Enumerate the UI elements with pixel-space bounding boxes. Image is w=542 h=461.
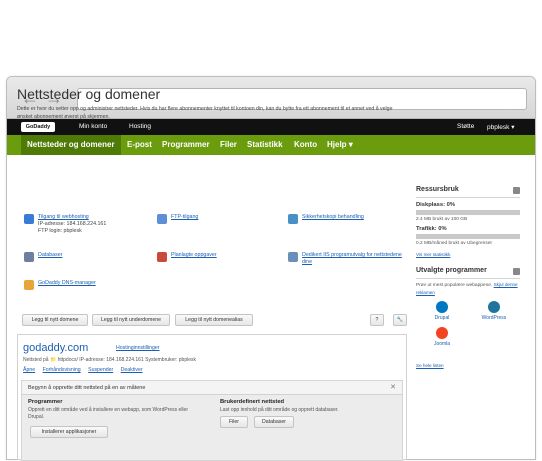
add-subdomain-button[interactable]: Legg til nytt underdomene [92,314,170,326]
godaddy-logo[interactable]: GoDaddy [21,122,55,132]
disk-usage-label: Diskplass: 0% [416,202,455,208]
sidebar: Ressursbruk Diskplass: 0% 2.4 MB brukt a… [416,186,520,368]
scheduled-service: Planlagte oppgaver [157,252,277,264]
top-bar: GoDaddy Min konto Hosting Støtte pbplesk… [7,119,535,135]
traffic-label: Trafikk: 0% [416,226,447,232]
nav-statistics[interactable]: Statistikk [247,140,283,149]
database-icon [24,252,34,262]
programs-title: Programmer [28,399,63,405]
database-service: Databaser [24,252,144,264]
disk-usage-bar [416,210,520,215]
open-link[interactable]: Åpne [23,367,35,373]
ftp-login: FTP login: pbplesk [38,228,82,234]
databases-link[interactable]: Databaser [38,252,158,259]
nav-email[interactable]: E-post [127,140,152,149]
main-nav: Nettsteder og domener E-post Programmer … [7,135,535,155]
custom-site-title: Brukerdefinert nettsted [220,399,285,405]
programs-desc-text: Prøv ut mest populære webappene. [416,283,493,288]
nav-account[interactable]: Konto [294,140,317,149]
app-label: WordPress [481,315,507,321]
help-button[interactable]: ? [370,314,384,326]
apps-grid: Drupal WordPress Joomla [416,297,520,353]
getting-started-section: Begynn å opprette ditt nettsted på en av… [21,380,403,461]
globe-icon [24,214,34,224]
drupal-icon [436,301,448,313]
featured-programs-title: Utvalgte programmer [416,267,487,274]
install-apps-button[interactable]: Installerer applikasjoner [30,426,108,438]
server-icon [288,252,298,262]
calendar-icon [157,252,167,262]
domain-name[interactable]: godaddy.com [23,342,88,354]
programs-panel-header: Utvalgte programmer [416,267,520,279]
collapse-icon[interactable] [513,187,520,194]
preview-link[interactable]: Forhåndsvisning [43,367,81,373]
webhosting-link[interactable]: Tilgang til webhosting [38,214,158,221]
app-label: Drupal [434,315,450,321]
nav-websites-domains[interactable]: Nettsteder og domener [21,135,121,155]
hosting-settings-link[interactable]: Hostinginnstillinger [116,345,160,351]
more-stats-link[interactable]: Vis mer statistikk [416,252,520,257]
files-button[interactable]: Filer [220,416,248,428]
getting-started-header: Begynn å opprette ditt nettsted på en av… [22,381,402,395]
webhosting-service: Tilgang til webhosting IP-adresse: 184.1… [24,214,154,242]
app-joomla[interactable]: Joomla [422,327,462,347]
scheduled-tasks-link[interactable]: Planlagte oppgaver [171,252,291,259]
add-domain-button[interactable]: Legg til nytt domene [22,314,88,326]
backup-service: Sikkerhetskopi behandling [288,214,408,226]
folder-network-icon [157,214,167,224]
backup-icon [288,214,298,224]
ftp-service: FTP-tilgang [157,214,277,226]
dns-manager-link[interactable]: GoDaddy DNS-manager [38,280,158,287]
iis-pool-link[interactable]: Dedikert IIS programutvalg for nettstede… [302,252,402,266]
joomla-icon [436,327,448,339]
app-wordpress[interactable]: WordPress [474,301,514,321]
suspend-link[interactable]: Suspender [88,367,113,373]
page-title: Nettsteder og domener [17,86,161,102]
databases-button[interactable]: Databaser [254,416,294,428]
user-menu[interactable]: pbplesk ▾ [487,123,514,131]
nav-programs[interactable]: Programmer [162,140,210,149]
getting-started-title: Begynn å opprette ditt nettsted på en av… [28,385,146,391]
my-account-link[interactable]: Min konto [79,123,107,130]
domain-card: godaddy.com Hostinginnstillinger Nettste… [17,334,407,461]
wordpress-icon [488,301,500,313]
dns-service: GoDaddy DNS-manager [24,280,154,292]
traffic-sub: 0.2 MB/måned brukt av Ubegrenset [416,241,492,246]
close-icon[interactable]: ✕ [390,381,396,395]
collapse-icon[interactable] [513,268,520,275]
custom-site-text: Last opp innhold på ditt område og oppre… [220,407,339,413]
traffic-bar [416,234,520,239]
all-apps-link[interactable]: Se hele listen [416,363,520,368]
app-drupal[interactable]: Drupal [422,301,462,321]
programs-desc: Prøv ut mest populære webappene. Skjul d… [416,282,520,297]
page-intro: Dette er hvor du setter opp og administr… [17,106,393,120]
resources-panel-header: Ressursbruk [416,186,520,198]
nav-help[interactable]: Hjelp ▾ [327,140,353,149]
domain-actions: Åpne Forhåndsvisning Suspender Deaktiver [23,367,149,373]
dns-icon [24,280,34,290]
ip-address: IP-adresse: 184.168.224.161 [38,221,107,227]
app-label: Joomla [433,341,451,347]
programs-text: Opprett en ditt område ved å installere … [28,407,188,420]
add-alias-button[interactable]: Legg til nytt domenealias [175,314,253,326]
resources-title: Ressursbruk [416,186,459,193]
nav-files[interactable]: Filer [220,140,237,149]
disk-usage-sub: 2.4 MB brukt av 100 GB [416,217,468,222]
iis-service: Dedikert IIS programutvalg for nettstede… [288,252,408,268]
support-link[interactable]: Støtte [457,123,474,130]
deactivate-link[interactable]: Deaktiver [121,367,143,373]
backup-link[interactable]: Sikkerhetskopi behandling [302,214,422,221]
tools-button[interactable]: 🔧 [393,314,407,326]
hosting-link[interactable]: Hosting [129,123,151,130]
ftp-access-link[interactable]: FTP-tilgang [171,214,291,221]
domain-meta: Nettsted på 📁 httpdocs/ IP-adresse: 184.… [23,357,196,363]
